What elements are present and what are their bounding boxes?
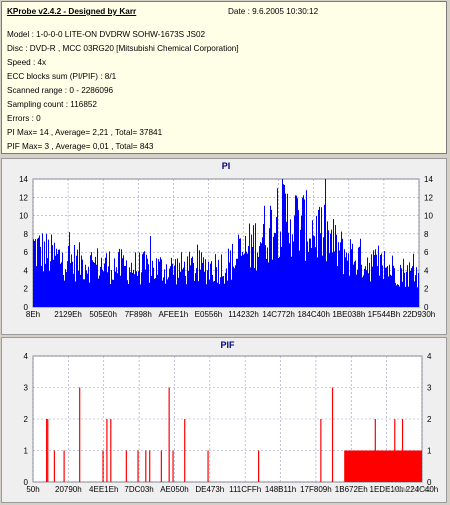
info-pi-stats: PI Max= 14 , Average= 2,21 , Total= 3784…: [7, 128, 163, 137]
y-tick-left: 3: [24, 384, 29, 393]
info-speed: Speed : 4x: [7, 58, 47, 67]
pif-block: [344, 450, 422, 482]
chart-title: PI: [222, 161, 231, 171]
scan-date: Date : 9.6.2005 10:30:12: [228, 7, 319, 16]
info-ecc-blocks: ECC blocks sum (PI/PIF) : 8/1: [7, 72, 117, 81]
x-tick: AE050h: [160, 485, 188, 494]
x-tick: 1BE038h: [332, 310, 365, 319]
app-title: KProbe v2.4.2 - Designed by Karr: [7, 7, 137, 16]
y-tick-right: 14: [424, 175, 433, 184]
info-scanned-range: Scanned range : 0 - 2286096: [7, 86, 114, 95]
y-tick-right: 8: [424, 230, 429, 239]
pif-chart: 0 01 12 23 34 450h 20790h 4EE1Eh 7DC03h AE050h DE4…: [24, 340, 439, 494]
y-tick-left: 12: [19, 193, 28, 202]
info-pif-stats: PIF Max= 3 , Average= 0,01 , Total= 843: [7, 142, 154, 151]
x-tick: 22D930h: [403, 310, 435, 319]
x-tick: 17F809h: [300, 485, 332, 494]
watermark: © www.cdr.cz: [383, 485, 432, 494]
y-tick-left: 2: [24, 415, 29, 424]
x-tick: 148B11h: [265, 485, 296, 494]
x-tick: E0556h: [195, 310, 223, 319]
chart-title: PIF: [220, 340, 235, 350]
y-tick-right: 4: [427, 352, 432, 361]
x-tick: 505E0h: [89, 310, 117, 319]
pif-chart-panel: 0 0 1 1 2 2 3 3 4 4 50h 20790h 4EE1Eh 7DC03h AE050h DE4…: [1, 337, 447, 503]
y-tick-left: 6: [24, 248, 29, 257]
y-tick-right: 2: [427, 415, 432, 424]
y-tick-left: 4: [24, 266, 29, 275]
pi-chart-panel: 0 0 2 2 4 4 6 6 8 8 10 10 12 12 14 14 8Eh 2129Eh 505E0h 7F8…: [1, 158, 447, 335]
pi-chart: 0 02 24 46 68 810 1012 1214 148Eh 2129Eh 505E0h 7F8…: [19, 161, 435, 319]
y-tick-right: 3: [427, 384, 432, 393]
info-panel: KProbe v2.4.2 - Designed by Karr Date : …: [1, 1, 447, 154]
y-tick-right: 2: [424, 285, 429, 294]
y-tick-left: 14: [19, 175, 28, 184]
x-tick: 1F544Bh: [368, 310, 400, 319]
y-tick-left: 4: [24, 352, 29, 361]
x-tick: 14C772h: [262, 310, 294, 319]
x-tick: DE473h: [195, 485, 224, 494]
y-tick-right: 1: [427, 447, 432, 456]
info-errors: Errors : 0: [7, 114, 41, 123]
y-tick-left: 8: [24, 230, 29, 239]
x-tick: AFEE1h: [158, 310, 188, 319]
y-tick-left: 2: [24, 285, 29, 294]
x-tick: 111CFFh: [229, 485, 261, 494]
y-tick-left: 10: [19, 212, 28, 221]
x-tick: 2129Eh: [54, 310, 82, 319]
x-tick: 184C40h: [297, 310, 329, 319]
info-model: Model : 1-0-0-0 LITE-ON DVDRW SOHW-1673S…: [7, 30, 206, 39]
info-sampling-count: Sampling count : 116852: [7, 100, 97, 109]
x-tick: 7DC03h: [124, 485, 153, 494]
x-tick: 8Eh: [26, 310, 40, 319]
y-tick-right: 10: [424, 212, 433, 221]
x-tick: 20790h: [55, 485, 82, 494]
y-tick-left: 1: [24, 447, 29, 456]
x-tick: 1B672Eh: [335, 485, 368, 494]
y-tick-right: 6: [424, 248, 429, 257]
x-tick: 7F898h: [125, 310, 152, 319]
x-tick: 50h: [26, 485, 39, 494]
y-tick-right: 4: [424, 266, 429, 275]
x-tick: 114232h: [228, 310, 259, 319]
x-tick: 4EE1Eh: [89, 485, 118, 494]
info-disc: Disc : DVD-R , MCC 03RG20 [Mitsubishi Ch…: [7, 44, 239, 53]
y-tick-right: 12: [424, 193, 433, 202]
